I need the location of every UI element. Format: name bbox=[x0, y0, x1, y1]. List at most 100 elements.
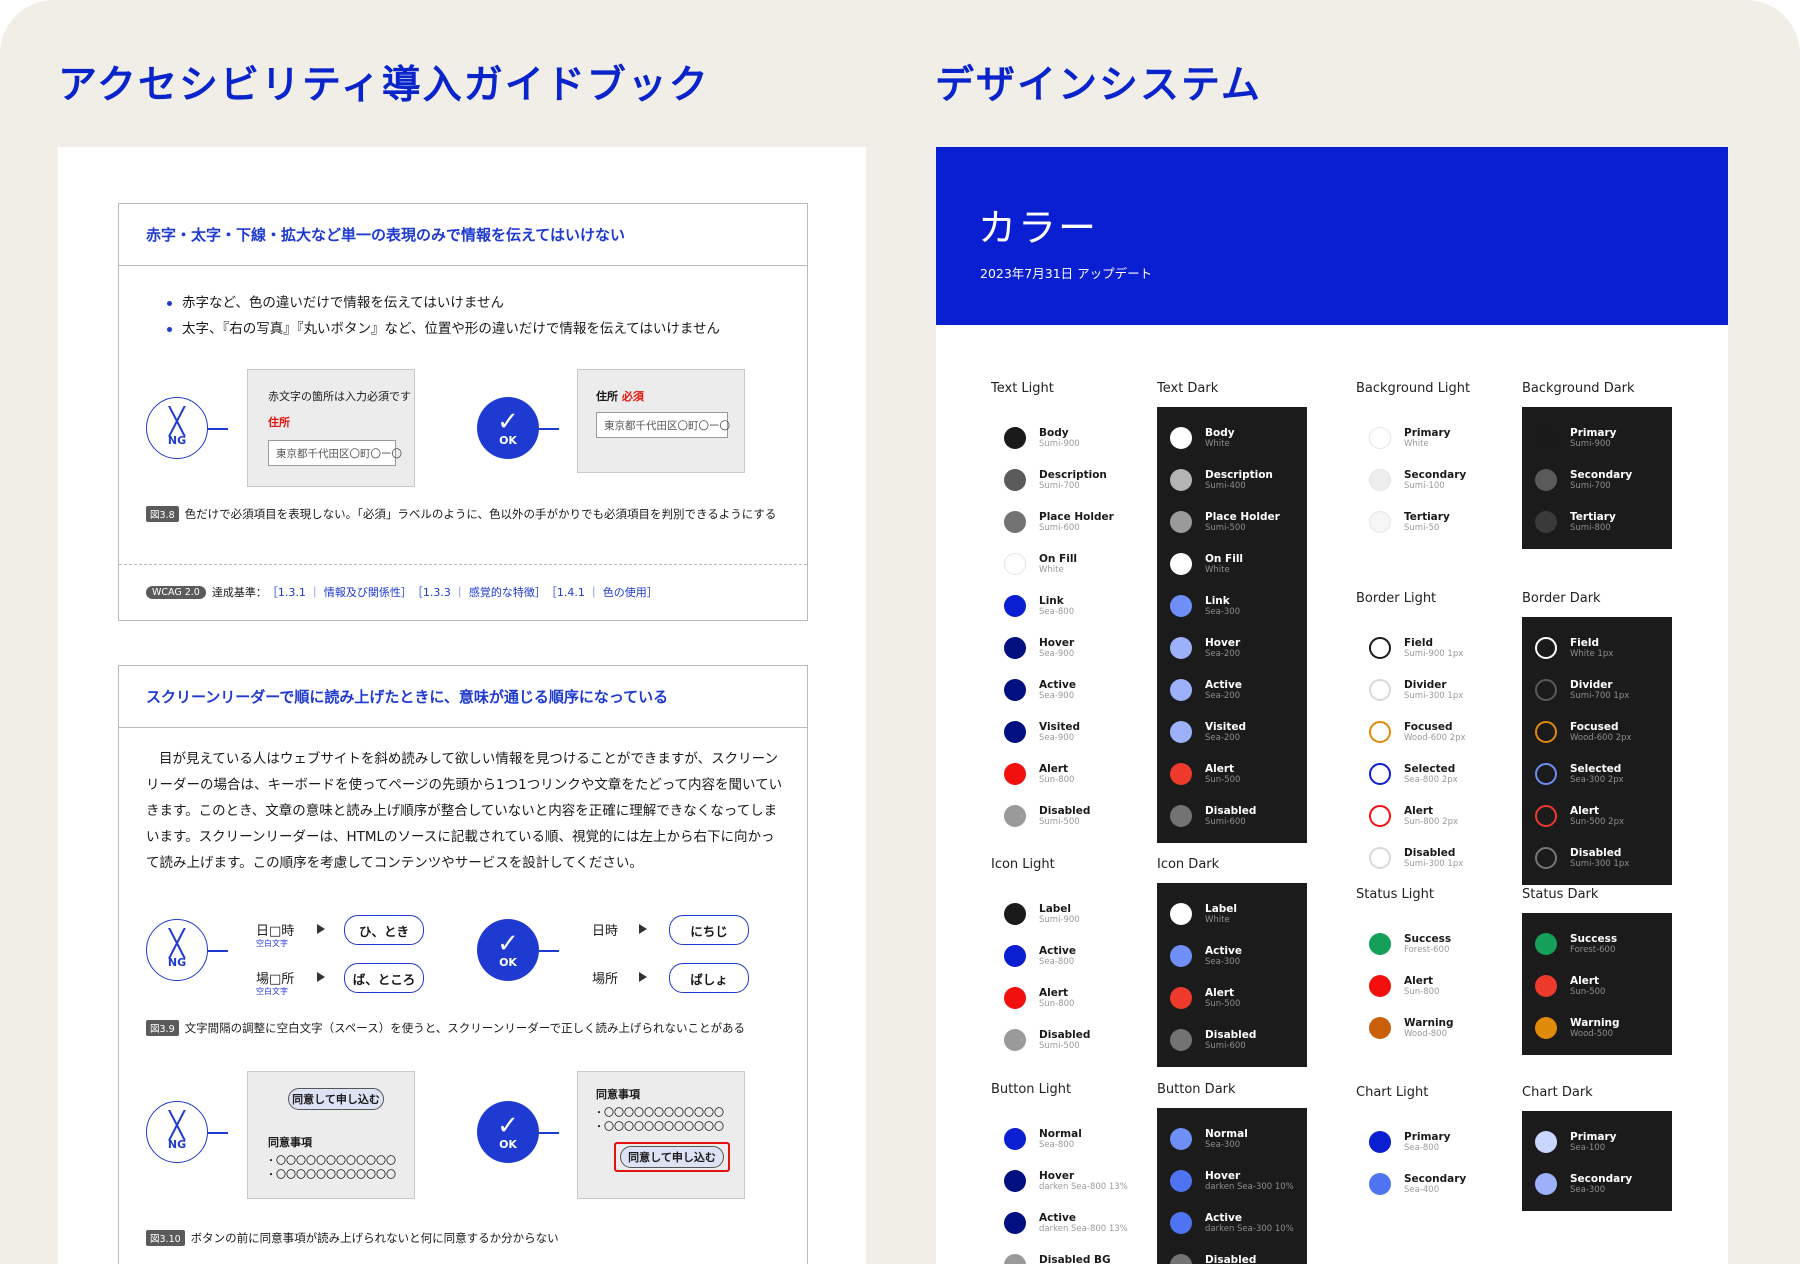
swatch-name: Place Holder bbox=[1205, 510, 1280, 523]
figure-caption: 図3.9 文字間隔の調整に空白文字（スペース）を使うと、スクリーンリーダーで正しく… bbox=[146, 1020, 745, 1036]
swatch-name: Visited bbox=[1205, 720, 1247, 733]
color-dot-icon bbox=[1170, 1212, 1192, 1234]
swatch-token: White bbox=[1205, 914, 1230, 925]
swatch: Warning Wood-800 bbox=[1356, 1007, 1506, 1049]
swatch-name: Active bbox=[1039, 944, 1076, 957]
swatch-token: Sea-800 bbox=[1039, 1139, 1075, 1150]
swatch: Active darken Sea-300 10% bbox=[1157, 1202, 1307, 1244]
ok-badge: ✓ OK bbox=[477, 1101, 539, 1163]
color-dot-icon bbox=[1004, 805, 1026, 827]
swatch-name: Link bbox=[1039, 594, 1064, 607]
bullet-icon bbox=[167, 300, 172, 306]
swatch-token: Sea-800 bbox=[1039, 956, 1075, 967]
swatch-name: Disabled bbox=[1205, 804, 1257, 817]
guidebook-heading: アクセシビリティ導入ガイドブック bbox=[58, 63, 710, 108]
swatch-list-status-light: Success Forest-600 Alert Sun-800 Warning Wood… bbox=[1356, 913, 1506, 1055]
swatch: Place Holder Sumi-600 bbox=[991, 501, 1141, 543]
swatch: Normal Sea-300 bbox=[1157, 1118, 1307, 1160]
swatch: Focused Wood-600 2px bbox=[1522, 711, 1672, 753]
swatch: Success Forest-600 bbox=[1356, 923, 1506, 965]
swatch: Body Sumi-900 bbox=[991, 417, 1141, 459]
swatch: Tertiary Sumi-50 bbox=[1356, 501, 1506, 543]
speech-bubble: にちじ bbox=[669, 915, 749, 945]
required-label: 必須 bbox=[621, 390, 644, 403]
word: 場所 bbox=[592, 972, 619, 987]
swatch-name: On Fill bbox=[1039, 552, 1078, 565]
color-dot-icon bbox=[1369, 847, 1391, 869]
swatch-name: Active bbox=[1205, 944, 1242, 957]
swatch-list-button-light: Normal Sea-800 Hover darken Sea-800 13% Acti… bbox=[991, 1108, 1141, 1264]
figure-number: 図3.8 bbox=[146, 506, 179, 522]
swatch-name: Field bbox=[1404, 636, 1434, 649]
swatch-token: Sun-500 bbox=[1205, 998, 1241, 1009]
swatch-name: Secondary bbox=[1570, 468, 1633, 481]
guidebook-page: 赤字・太字・下線・拡大など単一の表現のみで情報を伝えてはいけない 赤字など、色の… bbox=[58, 147, 866, 1264]
swatch-token: Sumi-700 1px bbox=[1570, 690, 1630, 701]
swatch: Label White bbox=[1157, 893, 1307, 935]
figure-caption: 図3.8 色だけで必須項目を表現しない。「必須」ラベルのように、色以外の手がかりで… bbox=[146, 506, 776, 522]
swatch-token: Sumi-900 bbox=[1570, 438, 1611, 449]
swatch: DisabledSumi-600 bbox=[1157, 795, 1307, 837]
swatch: Active Sea-900 bbox=[991, 669, 1141, 711]
swatch-token: darken Sea-800 13% bbox=[1039, 1181, 1128, 1192]
ok-consent-example: 同意事項 ・〇〇〇〇〇〇〇〇〇〇〇〇 ・〇〇〇〇〇〇〇〇〇〇〇〇 同意して申し込… bbox=[577, 1071, 745, 1199]
canvas: アクセシビリティ導入ガイドブック デザインシステム 赤字・太字・下線・拡大など単… bbox=[0, 0, 1800, 1264]
wcag-link-1-4-1[interactable]: ［1.4.1 ｜ 色の使用］ bbox=[546, 584, 658, 600]
form-note: 赤文字の箇所は入力必須です bbox=[268, 390, 411, 403]
consent-title: 同意事項 bbox=[596, 1088, 640, 1101]
color-dot-icon bbox=[1170, 595, 1192, 617]
check-icon: ✓ bbox=[497, 928, 519, 959]
swatch: Alert Sun-800 bbox=[991, 977, 1141, 1019]
swatch: Link Sea-800 bbox=[991, 585, 1141, 627]
wcag-link-1-3-3[interactable]: ［1.3.3 ｜ 感覚的な特徴］ bbox=[412, 584, 546, 600]
swatch-token: Wood-800 bbox=[1404, 1028, 1447, 1039]
swatch-token: Sumi-500 bbox=[1205, 522, 1246, 533]
color-dot-icon bbox=[1369, 427, 1391, 449]
update-date: 2023年7月31日 アップデート bbox=[980, 266, 1153, 281]
wcag-link-1-3-1[interactable]: ［1.3.1 ｜ 情報及び関係性］ bbox=[267, 584, 412, 600]
consent-line: ・〇〇〇〇〇〇〇〇〇〇〇〇 bbox=[266, 1170, 396, 1181]
swatch-list-background-light: Primary White Secondary Sumi-100 Tertiary Sum… bbox=[1356, 407, 1506, 549]
swatch-token: Sun-800 bbox=[1404, 986, 1440, 997]
swatch-token: Sun-800 bbox=[1039, 774, 1075, 785]
swatch: Link Sea-300 bbox=[1157, 585, 1307, 627]
section-title-border-light: Border Light bbox=[1356, 591, 1437, 606]
arrow-icon bbox=[317, 924, 325, 934]
swatch-token: Wood-600 2px bbox=[1404, 732, 1466, 743]
arrow-icon bbox=[639, 924, 647, 934]
swatch-list-status-dark: Success Forest-600 Alert Sun-500 Warning Wood… bbox=[1522, 913, 1672, 1055]
swatch: Primary Sea-800 bbox=[1356, 1121, 1506, 1163]
swatch-name: Disabled bbox=[1205, 1253, 1257, 1264]
color-dot-icon bbox=[1004, 945, 1026, 967]
swatch: Visited Sea-900 bbox=[991, 711, 1141, 753]
swatch-name: Body bbox=[1039, 426, 1069, 439]
ng-consent-example: 同意して申し込む 同意事項 ・〇〇〇〇〇〇〇〇〇〇〇〇 ・〇〇〇〇〇〇〇〇〇〇〇… bbox=[247, 1071, 415, 1199]
swatch-token: Sea-400 bbox=[1404, 1184, 1440, 1195]
color-dot-icon bbox=[1170, 945, 1192, 967]
swatch-name: Place Holder bbox=[1039, 510, 1114, 523]
consent-line: ・〇〇〇〇〇〇〇〇〇〇〇〇 bbox=[594, 1108, 724, 1119]
color-dot-icon bbox=[1170, 469, 1192, 491]
swatch-token: Sea-200 bbox=[1205, 690, 1241, 701]
swatch-list-icon-light: Label Sumi-900 Active Sea-800 Alert Sun-800 Di… bbox=[991, 883, 1141, 1067]
color-dot-icon bbox=[1369, 469, 1391, 491]
address-field: 東京都千代田区〇町〇ー〇 bbox=[268, 440, 402, 466]
color-dot-icon bbox=[1535, 805, 1557, 827]
swatch-token: Sumi-900 bbox=[1039, 438, 1080, 449]
swatch-name: Success bbox=[1570, 932, 1618, 945]
swatch-token: Sumi-300 1px bbox=[1404, 690, 1464, 701]
swatch: Alert Sun-500 bbox=[1157, 753, 1307, 795]
word: 日時 bbox=[592, 924, 619, 939]
swatch: Secondary Sumi-700 bbox=[1522, 459, 1672, 501]
swatch-name: Hover bbox=[1205, 636, 1241, 649]
bullet-icon bbox=[167, 326, 172, 332]
section-title-chart-light: Chart Light bbox=[1356, 1085, 1429, 1100]
speech-bubble: ひ、とき bbox=[344, 915, 424, 945]
swatch-name: Active bbox=[1205, 678, 1242, 691]
swatch: Place Holder Sumi-500 bbox=[1157, 501, 1307, 543]
swatch-name: Alert bbox=[1404, 974, 1434, 987]
speech-bubble: ばしょ bbox=[669, 963, 749, 993]
consent-line: ・〇〇〇〇〇〇〇〇〇〇〇〇 bbox=[266, 1156, 396, 1167]
field-label: 住所 必須 bbox=[596, 390, 644, 403]
section-title-icon-dark: Icon Dark bbox=[1157, 857, 1220, 872]
